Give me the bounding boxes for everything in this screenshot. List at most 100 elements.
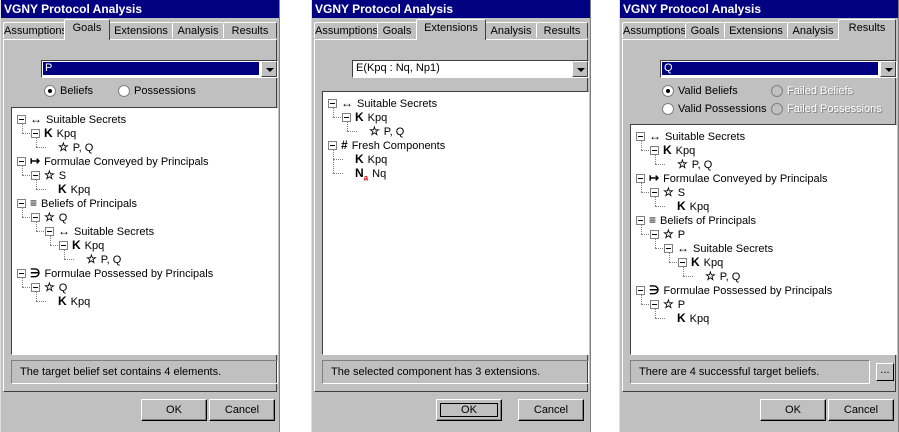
- radio-valid-possessions[interactable]: Valid Possessions: [662, 102, 766, 116]
- cancel-button[interactable]: Cancel: [518, 399, 584, 421]
- cancel-button[interactable]: Cancel: [209, 399, 275, 421]
- tree-node[interactable]: K Kpq: [72, 238, 104, 252]
- tree-node[interactable]: K Kpq: [677, 199, 709, 213]
- tree-node[interactable]: K Kpq: [663, 143, 695, 157]
- tree-node[interactable]: ↔ Suitable Secrets: [58, 224, 154, 238]
- radio-possessions[interactable]: Possessions: [118, 84, 196, 98]
- tab-extensions[interactable]: Extensions: [416, 19, 486, 40]
- collapse-toggle-icon[interactable]: [31, 129, 40, 138]
- principal-icon: ☆: [44, 210, 55, 224]
- tree-node[interactable]: K Kpq: [355, 110, 387, 124]
- tree-node[interactable]: ☆ P: [663, 227, 685, 241]
- tree-node[interactable]: # Fresh Components: [341, 138, 445, 152]
- tree-node-label: S: [58, 170, 67, 182]
- tree-node[interactable]: ☆ P: [663, 297, 685, 311]
- principal-select[interactable]: P: [41, 60, 278, 78]
- tree-node[interactable]: ☆ P, Q: [677, 157, 712, 171]
- component-select[interactable]: E(Kpq : Nq, Np1): [352, 60, 589, 78]
- collapse-toggle-icon[interactable]: [59, 241, 68, 250]
- tab-goals[interactable]: Goals: [685, 22, 725, 38]
- tree-node[interactable]: ☆ P, Q: [58, 140, 93, 154]
- collapse-toggle-icon[interactable]: [328, 141, 337, 150]
- collapse-toggle-icon[interactable]: [17, 199, 26, 208]
- chevron-down-icon[interactable]: [880, 61, 896, 77]
- tree-node[interactable]: ☆ P, Q: [705, 269, 740, 283]
- collapse-toggle-icon[interactable]: [650, 300, 659, 309]
- tree-node[interactable]: K Kpq: [677, 311, 709, 325]
- tab-extensions[interactable]: Extensions: [109, 22, 173, 38]
- tab-analysis[interactable]: Analysis: [787, 22, 839, 38]
- tree-node[interactable]: ☆ Q: [44, 210, 67, 224]
- tree-node-label: P, Q: [72, 142, 94, 154]
- collapse-toggle-icon[interactable]: [678, 258, 687, 267]
- tab-extensions[interactable]: Extensions: [724, 22, 788, 38]
- tree-node[interactable]: ☆ S: [44, 168, 66, 182]
- tree-node[interactable]: ☆ P, Q: [369, 124, 404, 138]
- cancel-button[interactable]: Cancel: [828, 399, 894, 421]
- tree-node[interactable]: ∋ Formulae Possessed by Principals: [30, 266, 213, 280]
- tree-node-label: Kpq: [675, 145, 696, 157]
- principal-select[interactable]: Q: [660, 60, 897, 78]
- goal-tree[interactable]: ↔ Suitable Secrets K Kpq ☆ P, Q ↦ Formulae Conv…: [11, 107, 278, 355]
- collapse-toggle-icon[interactable]: [45, 227, 54, 236]
- tree-node[interactable]: Na Nq: [355, 166, 386, 182]
- tree-node[interactable]: ↔ Suitable Secrets: [677, 241, 773, 255]
- radio-label: Valid Possessions: [678, 103, 767, 115]
- tree-node[interactable]: ∋ Formulae Possessed by Principals: [649, 283, 832, 297]
- tree-node[interactable]: K Kpq: [355, 152, 387, 166]
- tree-node[interactable]: ↔ Suitable Secrets: [341, 96, 437, 110]
- collapse-toggle-icon[interactable]: [636, 286, 645, 295]
- tree-node[interactable]: K Kpq: [58, 182, 90, 196]
- radio-valid-beliefs[interactable]: Valid Beliefs: [662, 84, 738, 98]
- ok-button[interactable]: OK: [760, 399, 826, 421]
- tab-assumptions[interactable]: Assumptions: [314, 22, 378, 38]
- tree-node[interactable]: ☆ Q: [44, 280, 67, 294]
- collapse-toggle-icon[interactable]: [31, 213, 40, 222]
- tab-assumptions[interactable]: Assumptions: [622, 22, 686, 38]
- collapse-toggle-icon[interactable]: [650, 230, 659, 239]
- tree-node[interactable]: ≡ Beliefs of Principals: [649, 213, 756, 227]
- collapse-toggle-icon[interactable]: [17, 269, 26, 278]
- tab-analysis[interactable]: Analysis: [172, 22, 224, 38]
- double-arrow-icon: ↔: [58, 224, 70, 238]
- tab-goals[interactable]: Goals: [64, 19, 110, 40]
- collapse-toggle-icon[interactable]: [650, 146, 659, 155]
- tree-node[interactable]: ☆ P, Q: [86, 252, 121, 266]
- tree-node[interactable]: ↦ Formulae Conveyed by Principals: [649, 171, 828, 185]
- result-tree[interactable]: ↔ Suitable Secrets K Kpq ☆ P, Q ↦ Formulae Conv…: [630, 124, 897, 355]
- collapse-toggle-icon[interactable]: [650, 188, 659, 197]
- tab-results[interactable]: Results: [536, 22, 588, 38]
- collapse-toggle-icon[interactable]: [31, 283, 40, 292]
- tab-analysis[interactable]: Analysis: [485, 22, 537, 38]
- tab-strip: Assumptions Goals Extensions Analysis Re…: [3, 19, 277, 40]
- details-button[interactable]: ...: [876, 363, 894, 381]
- chevron-down-icon[interactable]: [572, 61, 588, 77]
- collapse-toggle-icon[interactable]: [328, 99, 337, 108]
- tree-node[interactable]: ≡ Beliefs of Principals: [30, 196, 137, 210]
- collapse-toggle-icon[interactable]: [664, 244, 673, 253]
- tree-node[interactable]: ↔ Suitable Secrets: [30, 112, 126, 126]
- tab-assumptions[interactable]: Assumptions: [3, 22, 67, 38]
- tree-node[interactable]: K Kpq: [58, 294, 90, 308]
- collapse-toggle-icon[interactable]: [31, 171, 40, 180]
- tree-node[interactable]: ↦ Formulae Conveyed by Principals: [30, 154, 209, 168]
- extension-tree[interactable]: ↔ Suitable Secrets K Kpq ☆ P, Q # Fresh Compone…: [322, 91, 589, 355]
- collapse-toggle-icon[interactable]: [636, 174, 645, 183]
- tab-results[interactable]: Results: [223, 22, 277, 38]
- ok-button[interactable]: OK: [141, 399, 207, 421]
- collapse-toggle-icon[interactable]: [342, 113, 351, 122]
- collapse-toggle-icon[interactable]: [636, 216, 645, 225]
- collapse-toggle-icon[interactable]: [17, 115, 26, 124]
- collapse-toggle-icon[interactable]: [17, 157, 26, 166]
- radio-beliefs[interactable]: Beliefs: [44, 84, 93, 98]
- collapse-toggle-icon[interactable]: [636, 132, 645, 141]
- tree-node[interactable]: ☆ S: [663, 185, 685, 199]
- tab-goals[interactable]: Goals: [377, 22, 417, 38]
- tree-node[interactable]: K Kpq: [691, 255, 723, 269]
- tree-node[interactable]: K Kpq: [44, 126, 76, 140]
- chevron-down-icon[interactable]: [261, 61, 277, 77]
- tab-results[interactable]: Results: [838, 19, 896, 40]
- tab-label: Extensions: [424, 22, 478, 34]
- ok-button[interactable]: OK: [436, 399, 502, 421]
- tree-node[interactable]: ↔ Suitable Secrets: [649, 129, 745, 143]
